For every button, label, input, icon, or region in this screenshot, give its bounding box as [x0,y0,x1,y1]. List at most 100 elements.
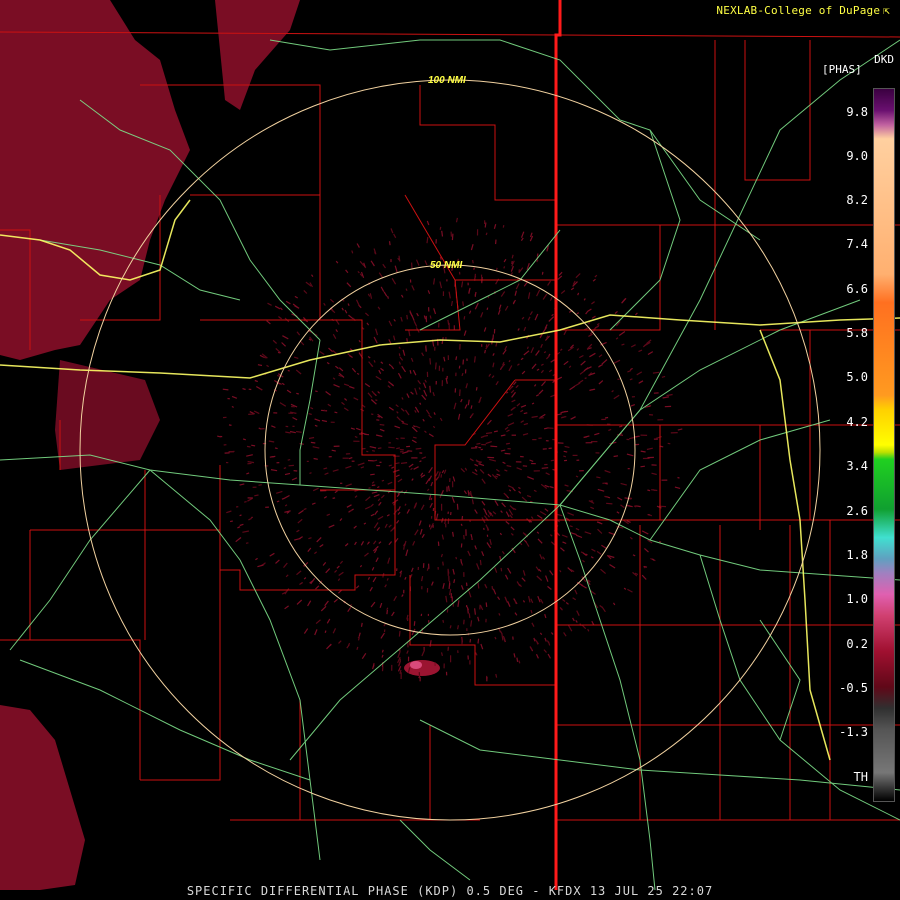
legend-label: 3.4 [846,459,868,473]
clutter-speck [475,386,478,391]
clutter-speck [440,474,443,478]
clutter-speck [490,445,498,448]
clutter-speck [484,222,487,228]
clutter-speck [606,502,613,505]
legend-product: DKD [874,53,894,66]
clutter-speck [605,416,609,419]
clutter-speck [484,349,486,354]
clutter-speck [373,459,378,462]
clutter-speck [368,487,371,489]
clutter-speck [229,520,233,523]
clutter-speck [485,602,488,607]
credit-label: NEXLAB-College of DuPage [716,4,881,17]
legend-label: 6.6 [846,282,868,296]
legend-label: 1.0 [846,592,868,606]
clutter-speck [231,405,234,408]
clutter-speck [442,619,445,623]
clutter-speck [563,455,567,458]
clutter-speck [398,630,401,637]
clutter-speck [395,462,400,465]
clutter-speck [658,540,662,543]
clutter-speck [447,568,450,574]
clutter-speck [584,377,587,380]
clutter-speck [667,442,671,445]
clutter-speck [647,514,651,516]
clutter-speck [605,482,608,485]
clutter-speck [474,291,477,296]
clutter-speck [460,523,463,527]
clutter-speck [467,608,469,614]
clutter-speck [451,233,454,241]
clutter-speck [381,479,385,482]
clutter-speck [473,267,475,270]
clutter-speck [400,462,408,464]
clutter-speck [604,495,609,498]
clutter-speck [425,346,427,352]
clutter-speck [470,405,473,409]
clutter-speck [398,255,401,262]
clutter-speck [244,501,247,503]
clutter-speck [476,442,481,445]
clutter-speck [447,647,450,651]
legend-label: -1.3 [839,725,868,739]
clutter-speck [504,452,511,455]
clutter-speck [263,356,267,359]
clutter-speck [354,435,358,438]
clutter-speck [386,609,388,615]
legend-label: 7.4 [846,237,868,251]
clutter-speck [429,358,432,365]
clutter-speck [502,224,505,228]
clutter-speck [523,412,528,415]
clutter-speck [246,445,251,448]
clutter-speck [613,455,619,458]
clutter-speck [387,295,389,299]
clutter-speck [468,613,471,619]
clutter-speck [518,660,521,664]
clutter-speck [370,473,375,476]
clutter-speck [371,450,376,452]
clutter-speck [287,459,291,461]
clutter-speck [283,467,287,470]
color-scale-bar [873,88,895,802]
legend-units: [PHAS] [822,63,862,76]
clutter-speck [580,551,584,554]
clutter-speck [447,485,450,492]
clutter-speck [228,424,232,426]
clutter-speck [449,625,452,629]
clutter-speck [430,497,433,501]
clutter-speck [442,561,444,566]
clutter-speck [296,392,299,395]
legend-label: 1.8 [846,548,868,562]
clutter-speck [229,450,235,453]
clutter-speck [569,525,573,528]
clutter-speck [315,390,318,393]
clutter-speck [503,266,506,269]
clutter-speck [476,460,483,463]
clutter-speck [563,450,568,453]
clutter-speck [377,447,382,450]
clutter-speck [469,638,472,643]
clutter-speck [323,409,326,412]
clutter-speck [541,467,549,469]
clutter-speck [415,447,422,450]
legend-label: 8.2 [846,193,868,207]
clutter-speck [536,253,539,257]
clutter-speck [483,434,489,437]
clutter-speck [277,351,281,354]
clutter-speck [526,346,529,350]
cod-logo-icon: ⇱ [883,4,890,17]
clutter-speck [455,556,458,560]
clutter-speck [486,307,489,311]
clutter-speck [287,369,290,372]
clutter-speck [495,673,498,678]
clutter-speck [379,423,385,426]
clutter-speck [446,609,449,613]
legend-label: 2.6 [846,504,868,518]
clutter-speck [472,259,474,264]
clutter-speck [575,475,579,478]
clutter-speck [439,495,442,499]
clutter-speck [324,630,327,633]
clutter-speck [258,484,262,486]
clutter-speck [516,657,519,662]
legend-label: 5.8 [846,326,868,340]
